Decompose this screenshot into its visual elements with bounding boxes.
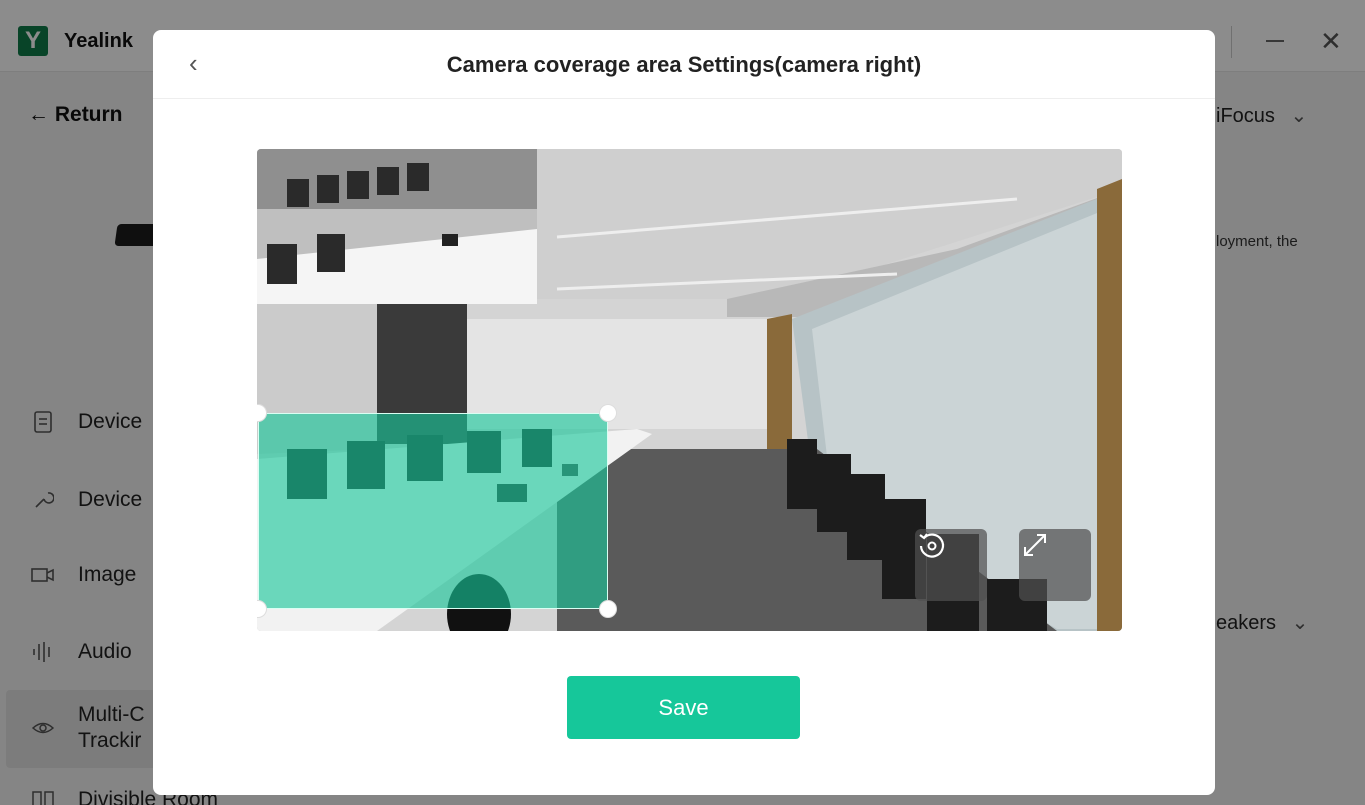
dialog-title: Camera coverage area Settings(camera rig… (446, 52, 922, 77)
fullscreen-button[interactable] (1019, 529, 1091, 601)
expand-icon (1024, 534, 1046, 556)
resize-handle-top-right[interactable] (599, 404, 617, 422)
dialog-header: ‹ Camera coverage area Settings(camera r… (153, 30, 1215, 99)
save-button[interactable]: Save (567, 676, 800, 739)
reset-button[interactable] (915, 529, 987, 601)
reset-icon (919, 533, 945, 558)
camera-preview[interactable] (257, 149, 1122, 631)
resize-handle-bottom-right[interactable] (599, 600, 617, 618)
camera-coverage-dialog: ‹ Camera coverage area Settings(camera r… (153, 30, 1215, 795)
coverage-area-selection[interactable] (258, 413, 608, 609)
